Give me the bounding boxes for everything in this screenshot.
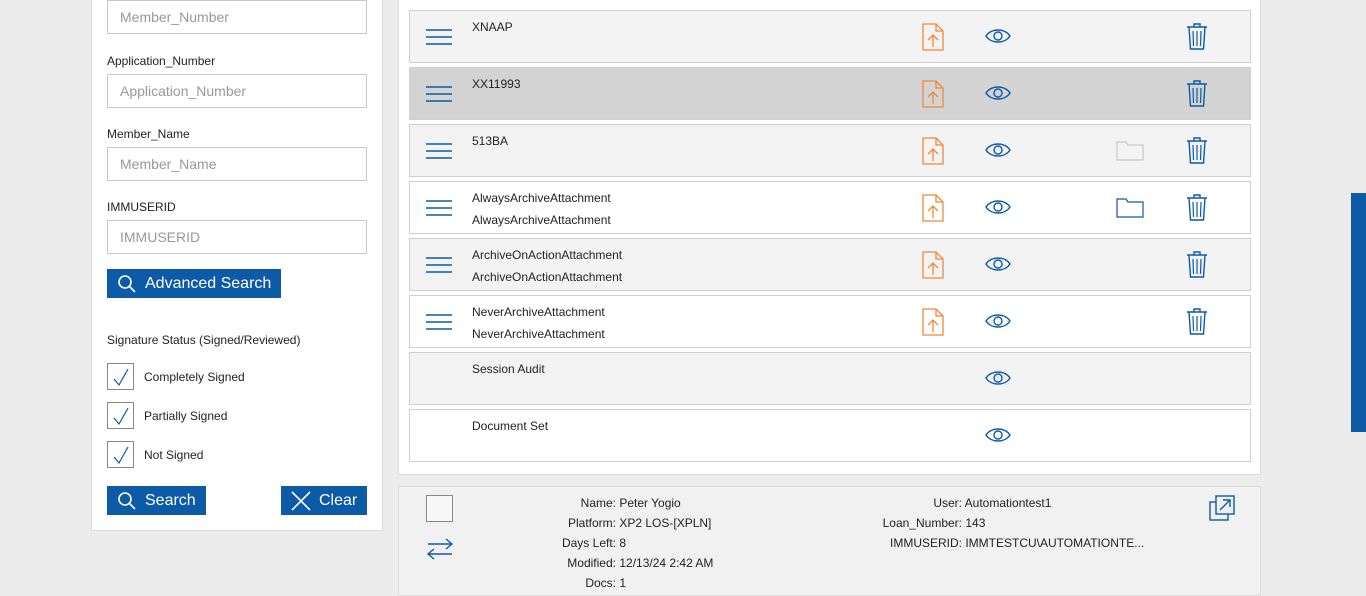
side-tab[interactable] xyxy=(1351,193,1366,432)
check-icon xyxy=(113,368,129,386)
partially-signed-row: Partially Signed xyxy=(107,402,227,429)
detail-modified: Modified: 12/13/24 2:42 AM xyxy=(567,556,714,570)
application-number-input[interactable] xyxy=(107,74,367,108)
completely-signed-row: Completely Signed xyxy=(107,363,245,390)
detail-platform: Platform: XP2 LOS-[XPLN] xyxy=(567,516,712,530)
view-eye-icon[interactable] xyxy=(985,198,1011,221)
partially-signed-checkbox[interactable] xyxy=(107,402,134,429)
document-row[interactable]: AlwaysArchiveAttachment AlwaysArchiveAtt… xyxy=(409,181,1251,234)
document-row[interactable]: Session Audit xyxy=(409,352,1251,405)
document-title: XX11993 xyxy=(472,77,521,91)
document-row[interactable]: 513BA xyxy=(409,124,1251,177)
detail-name: Name: Peter Yogio xyxy=(580,496,681,510)
clear-button[interactable]: Clear xyxy=(281,486,367,515)
document-title: 513BA xyxy=(472,134,509,148)
clear-label: Clear xyxy=(319,491,358,509)
upload-file-icon[interactable] xyxy=(922,137,944,170)
document-title: Session Audit xyxy=(472,362,545,376)
document-subtitle: AlwaysArchiveAttachment xyxy=(472,213,611,227)
detail-loan-number: Loan_Number: 143 xyxy=(882,516,986,530)
detail-user: User: Automationtest1 xyxy=(933,496,1052,510)
delete-trash-icon[interactable] xyxy=(1186,250,1208,283)
view-eye-icon[interactable] xyxy=(985,84,1011,107)
menu-icon[interactable] xyxy=(426,312,452,337)
member-name-input[interactable] xyxy=(107,147,367,181)
upload-file-icon[interactable] xyxy=(922,194,944,227)
delete-trash-icon[interactable] xyxy=(1186,136,1208,169)
detail-immuserid: IMMUSERID: IMMTESTCU\AUTOMATIONTE... xyxy=(890,536,1145,550)
menu-icon[interactable] xyxy=(426,27,452,52)
document-subtitle: NeverArchiveAttachment xyxy=(472,327,605,341)
document-title: AlwaysArchiveAttachment xyxy=(472,191,611,205)
delete-trash-icon[interactable] xyxy=(1186,79,1208,112)
menu-icon[interactable] xyxy=(426,255,452,280)
not-signed-row: Not Signed xyxy=(107,441,203,468)
advanced-search-label: Advanced Search xyxy=(145,274,272,292)
document-row[interactable]: NeverArchiveAttachment NeverArchiveAttac… xyxy=(409,295,1251,348)
folder-icon xyxy=(1116,139,1144,166)
document-title: ArchiveOnActionAttachment xyxy=(472,248,623,262)
close-icon xyxy=(291,490,311,511)
view-eye-icon[interactable] xyxy=(985,27,1011,50)
delete-trash-icon[interactable] xyxy=(1186,22,1208,55)
check-icon xyxy=(113,407,129,425)
search-icon xyxy=(118,274,136,293)
member-number-input[interactable] xyxy=(107,0,367,34)
not-signed-checkbox[interactable] xyxy=(107,441,134,468)
application-number-label: Application_Number xyxy=(107,54,216,68)
check-icon xyxy=(113,446,129,464)
search-panel: Application_Number Member_Name IMMUSERID… xyxy=(91,0,383,531)
delete-trash-icon[interactable] xyxy=(1186,193,1208,226)
search-button[interactable]: Search xyxy=(107,486,206,515)
partially-signed-label: Partially Signed xyxy=(144,408,228,423)
document-subtitle: ArchiveOnActionAttachment xyxy=(472,270,623,284)
menu-icon[interactable] xyxy=(426,84,452,109)
loan-detail-panel: Name: Peter Yogio Platform: XP2 LOS-[XPL… xyxy=(398,486,1261,596)
immuserid-input[interactable] xyxy=(107,220,367,254)
view-eye-icon[interactable] xyxy=(985,141,1011,164)
view-eye-icon[interactable] xyxy=(985,255,1011,278)
completely-signed-checkbox[interactable] xyxy=(107,363,134,390)
upload-file-icon[interactable] xyxy=(922,308,944,341)
member-name-label: Member_Name xyxy=(107,127,190,141)
signature-status-label: Signature Status (Signed/Reviewed) xyxy=(107,333,301,347)
upload-file-icon[interactable] xyxy=(922,251,944,284)
open-external-icon[interactable] xyxy=(1209,495,1235,526)
upload-file-icon[interactable] xyxy=(922,80,944,113)
document-title: XNAAP xyxy=(472,20,513,34)
select-loan-checkbox[interactable] xyxy=(426,495,453,522)
detail-days-left: Days Left: 8 xyxy=(561,536,627,550)
advanced-search-button[interactable]: Advanced Search xyxy=(107,269,281,298)
view-eye-icon[interactable] xyxy=(985,426,1011,449)
view-eye-icon[interactable] xyxy=(985,312,1011,335)
swap-arrows-icon[interactable] xyxy=(426,537,454,566)
detail-docs: Docs: 1 xyxy=(585,576,627,590)
document-title: Document Set xyxy=(472,419,549,433)
document-title: NeverArchiveAttachment xyxy=(472,305,605,319)
view-eye-icon[interactable] xyxy=(985,369,1011,392)
document-list-panel: XNAAP XX11993 513BA AlwaysArchiveAttachm… xyxy=(398,0,1261,475)
menu-icon[interactable] xyxy=(426,141,452,166)
immuserid-label: IMMUSERID xyxy=(107,200,176,214)
completely-signed-label: Completely Signed xyxy=(144,369,245,384)
document-row[interactable]: XX11993 xyxy=(409,67,1251,120)
folder-icon[interactable] xyxy=(1116,196,1144,223)
menu-icon[interactable] xyxy=(426,198,452,223)
document-row[interactable]: Document Set xyxy=(409,409,1251,462)
document-row[interactable]: XNAAP xyxy=(409,10,1251,63)
upload-file-icon[interactable] xyxy=(922,23,944,56)
search-icon xyxy=(118,491,136,510)
search-label: Search xyxy=(145,491,196,509)
document-row[interactable]: ArchiveOnActionAttachment ArchiveOnActio… xyxy=(409,238,1251,291)
delete-trash-icon[interactable] xyxy=(1186,307,1208,340)
not-signed-label: Not Signed xyxy=(144,447,204,462)
